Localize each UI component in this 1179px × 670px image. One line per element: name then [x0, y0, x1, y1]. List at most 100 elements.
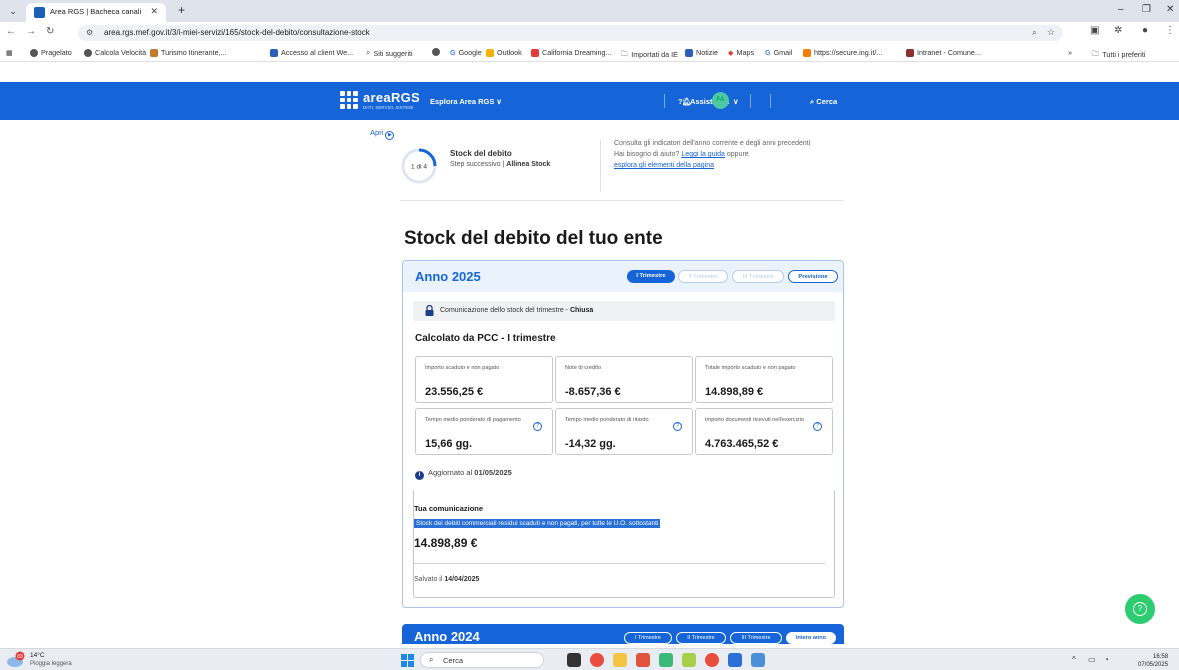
- info-icon[interactable]: ?: [673, 422, 682, 431]
- section-title: Calcolato da PCC - I trimestre: [415, 333, 556, 344]
- card-header: Anno 2025 I Trimestre II Trimestre III T…: [403, 261, 843, 292]
- zoom-icon[interactable]: ⌕: [1032, 27, 1037, 38]
- search-link[interactable]: ⌕ Cerca: [810, 97, 837, 107]
- app-icon[interactable]: [682, 653, 696, 667]
- explore-elements-link[interactable]: esplora gli elementi della pagina: [614, 162, 714, 169]
- metric-card: Note di credito -8.657,36 €: [555, 356, 693, 403]
- url-bar[interactable]: ⚙ area.rgs.mef.gov.it/3/i-miei-servizi/1…: [78, 25, 1063, 41]
- weather-temp: 14°C: [30, 652, 45, 659]
- reload-button[interactable]: ↻: [46, 26, 54, 37]
- tab-trimestre-2[interactable]: II Trimestre: [676, 632, 726, 644]
- metric-value: 15,66 gg.: [425, 438, 473, 450]
- taskbar-search[interactable]: ⌕ Cerca: [420, 652, 544, 668]
- bookmark-label: Importati da IE: [631, 50, 678, 59]
- bookmark-item[interactable]: G Google: [450, 48, 482, 57]
- windows-start-icon[interactable]: [401, 654, 414, 667]
- info-icon[interactable]: ?: [533, 422, 542, 431]
- explore-menu[interactable]: Esplora Area RGS ∨: [430, 97, 502, 106]
- network-icon[interactable]: ◔: [1104, 655, 1109, 664]
- user-avatar[interactable]: FA: [712, 92, 729, 109]
- bookmark-item[interactable]: Turismo Itinerante,...: [150, 48, 227, 57]
- tray-chevron-icon[interactable]: ^: [1072, 655, 1076, 664]
- bell-icon[interactable]: 🔔︎: [682, 97, 692, 106]
- search-icon: ⌕: [366, 48, 371, 57]
- communication-title: Tua comunicazione: [414, 504, 484, 513]
- bookmark-item[interactable]: G Gmail: [765, 48, 792, 57]
- app-icon[interactable]: [636, 653, 650, 667]
- bookmark-folder[interactable]: 🗀 Importati da IE: [621, 48, 678, 61]
- tab-trimestre-3[interactable]: III Trimestre: [730, 632, 782, 644]
- tab-trimestre-1[interactable]: I Trimestre: [627, 270, 675, 283]
- step-counter: 1 di 4: [411, 164, 427, 171]
- task-view-icon[interactable]: [567, 653, 581, 667]
- year-card-2024[interactable]: Anno 2024 I Trimestre II Trimestre III T…: [402, 624, 844, 644]
- bookmark-item[interactable]: Accesso al client We...: [270, 48, 353, 57]
- metric-label: Tempo medio ponderato di pagamento: [425, 417, 521, 423]
- bookmark-item[interactable]: ⌕ Siti suggeriti: [366, 48, 413, 58]
- site-info-icon[interactable]: ⚙: [86, 28, 93, 37]
- bookmark-item[interactable]: Pragelato: [30, 48, 72, 57]
- floating-help-button[interactable]: ?: [1125, 594, 1155, 624]
- app-icon[interactable]: [751, 653, 765, 667]
- bookmark-item[interactable]: Notizie: [685, 48, 718, 57]
- status-notice: Comunicazione dello stock del trimestre …: [413, 301, 835, 321]
- globe-icon: [30, 48, 38, 57]
- bookmark-label: https://secure.ing.it/...: [814, 48, 883, 57]
- next-step-link[interactable]: Allinea Stock: [506, 161, 550, 168]
- metric-card: Tempo medio ponderato di pagamento ? 15,…: [415, 408, 553, 455]
- weather-widget[interactable]: 83 14°C Pioggia leggera: [6, 651, 72, 670]
- chrome-icon[interactable]: [705, 653, 719, 667]
- chrome-icon[interactable]: [590, 653, 604, 667]
- communication-value: 14.898,89 €: [414, 536, 478, 550]
- chevron-down-icon[interactable]: ∨: [733, 97, 739, 106]
- bookmark-item[interactable]: ◆ Maps: [728, 48, 754, 57]
- bookmark-item[interactable]: California Dreaming...: [531, 48, 612, 57]
- app-icon[interactable]: [659, 653, 673, 667]
- notice-text: Comunicazione dello stock del trimestre …: [440, 307, 593, 314]
- restore-button[interactable]: ❐: [1142, 4, 1151, 15]
- site-header: [0, 82, 1179, 120]
- more-bookmarks-button[interactable]: »: [1068, 48, 1072, 57]
- profile-icon[interactable]: ●: [1142, 25, 1148, 36]
- extensions-puzzle-icon[interactable]: ✲: [1114, 25, 1122, 36]
- tab-previsione[interactable]: Previsione: [788, 270, 838, 283]
- all-bookmarks-folder[interactable]: 🗀 Tutti i preferiti: [1092, 48, 1145, 61]
- site-logo[interactable]: areaRGS: [363, 90, 420, 105]
- bookmark-label: Maps: [736, 48, 755, 57]
- bookmark-star-icon[interactable]: ☆: [1047, 27, 1055, 38]
- system-clock[interactable]: 16:58 07/05/2025: [1138, 653, 1168, 669]
- bookmark-item[interactable]: https://secure.ing.it/...: [803, 48, 882, 57]
- forward-button[interactable]: →: [26, 26, 36, 37]
- display-icon[interactable]: ▭: [1088, 655, 1096, 664]
- tab-intero-anno[interactable]: Intero anno: [786, 632, 836, 644]
- bookmark-item[interactable]: Intranet - Comune...: [906, 48, 981, 57]
- minimize-button[interactable]: –: [1118, 4, 1124, 15]
- header-divider: [664, 94, 665, 108]
- back-button[interactable]: ←: [6, 26, 16, 37]
- tab-trimestre-1[interactable]: I Trimestre: [624, 632, 672, 644]
- browser-tab[interactable]: Area RGS | Bacheca canali ✕: [26, 3, 166, 22]
- tab-list-button[interactable]: ⌄: [6, 4, 20, 18]
- tab-trimestre-2[interactable]: II Trimestre: [678, 270, 728, 283]
- metric-label: Totale importo scaduto e non pagato: [705, 365, 796, 371]
- step-next: Step successivo | Allinea Stock: [450, 161, 550, 168]
- taskbar-search-placeholder: Cerca: [443, 656, 464, 665]
- metric-value: 23.556,25 €: [425, 386, 484, 398]
- bookmark-item[interactable]: Calcola Velocità: [84, 48, 146, 57]
- apps-grid-icon[interactable]: ▦: [6, 48, 13, 57]
- word-icon[interactable]: [728, 653, 742, 667]
- info-icon[interactable]: ?: [813, 422, 822, 431]
- metric-label: Importo scaduto e non pagato: [425, 365, 500, 371]
- bookmark-item[interactable]: Outlook: [486, 48, 522, 57]
- extension-icon[interactable]: ▣: [1090, 25, 1099, 36]
- close-window-button[interactable]: ✕: [1166, 4, 1174, 15]
- bookmark-item[interactable]: [432, 48, 440, 56]
- file-explorer-icon[interactable]: [613, 653, 627, 667]
- tab-trimestre-3[interactable]: III Trimestre: [732, 270, 784, 283]
- metric-card: Importo scaduto e non pagato 23.556,25 €: [415, 356, 553, 403]
- new-tab-button[interactable]: +: [178, 3, 185, 17]
- tab-close-icon[interactable]: ✕: [150, 6, 158, 17]
- open-guide-button[interactable]: Apri ▶: [370, 128, 395, 140]
- guide-link[interactable]: Leggi la guida: [681, 151, 725, 158]
- menu-icon[interactable]: ⋮: [1165, 25, 1175, 36]
